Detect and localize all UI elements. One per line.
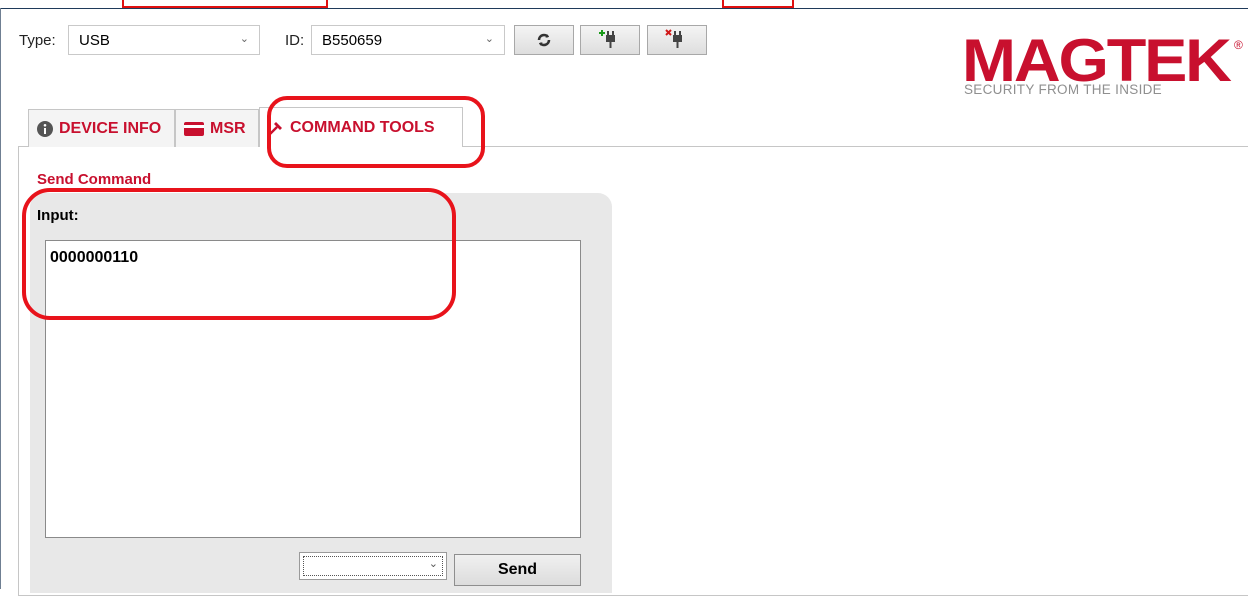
magtek-logo: MAGTEK ® SECURITY FROM THE INSIDE bbox=[962, 30, 1246, 102]
id-select[interactable]: B550659 ⌄ bbox=[311, 25, 505, 55]
chevron-down-icon: ⌄ bbox=[484, 33, 494, 45]
disconnect-button[interactable] bbox=[647, 25, 707, 55]
logo-tagline: SECURITY FROM THE INSIDE bbox=[964, 82, 1162, 97]
type-label: Type: bbox=[19, 32, 56, 49]
window-border-left bbox=[0, 8, 1, 589]
tab-command-tools[interactable]: COMMAND TOOLS bbox=[259, 107, 463, 147]
annotation-mark-right bbox=[722, 0, 794, 8]
connect-button[interactable] bbox=[580, 25, 640, 55]
tools-icon bbox=[268, 120, 284, 136]
tab-device-info[interactable]: DEVICE INFO bbox=[28, 109, 175, 147]
chevron-down-icon: ⌄ bbox=[428, 558, 438, 570]
chevron-down-icon: ⌄ bbox=[239, 33, 249, 45]
info-icon bbox=[37, 120, 53, 137]
dropdown-focus-rect bbox=[303, 556, 443, 576]
tab-command-tools-label: COMMAND TOOLS bbox=[290, 118, 435, 136]
send-button[interactable]: Send bbox=[454, 554, 581, 586]
section-title: Send Command bbox=[37, 171, 152, 188]
tab-msr-label: MSR bbox=[210, 119, 246, 137]
logo-registered-mark: ® bbox=[1234, 38, 1243, 52]
tab-device-info-label: DEVICE INFO bbox=[59, 119, 162, 137]
refresh-button[interactable] bbox=[514, 25, 574, 55]
id-select-value: B550659 bbox=[322, 31, 383, 49]
refresh-icon bbox=[537, 33, 551, 47]
window-border-top bbox=[0, 8, 1248, 9]
card-icon bbox=[184, 121, 204, 136]
tab-msr[interactable]: MSR bbox=[175, 109, 259, 147]
id-label: ID: bbox=[285, 32, 305, 49]
annotation-mark-left bbox=[122, 0, 328, 8]
type-select-value: USB bbox=[79, 31, 110, 49]
type-select[interactable]: USB ⌄ bbox=[68, 25, 260, 55]
plug-disconnect-icon bbox=[665, 29, 682, 48]
command-input[interactable]: 0000000110 bbox=[45, 240, 581, 538]
command-dropdown[interactable]: ⌄ bbox=[299, 552, 447, 580]
input-label: Input: bbox=[37, 207, 79, 224]
plug-connect-icon bbox=[599, 30, 615, 48]
